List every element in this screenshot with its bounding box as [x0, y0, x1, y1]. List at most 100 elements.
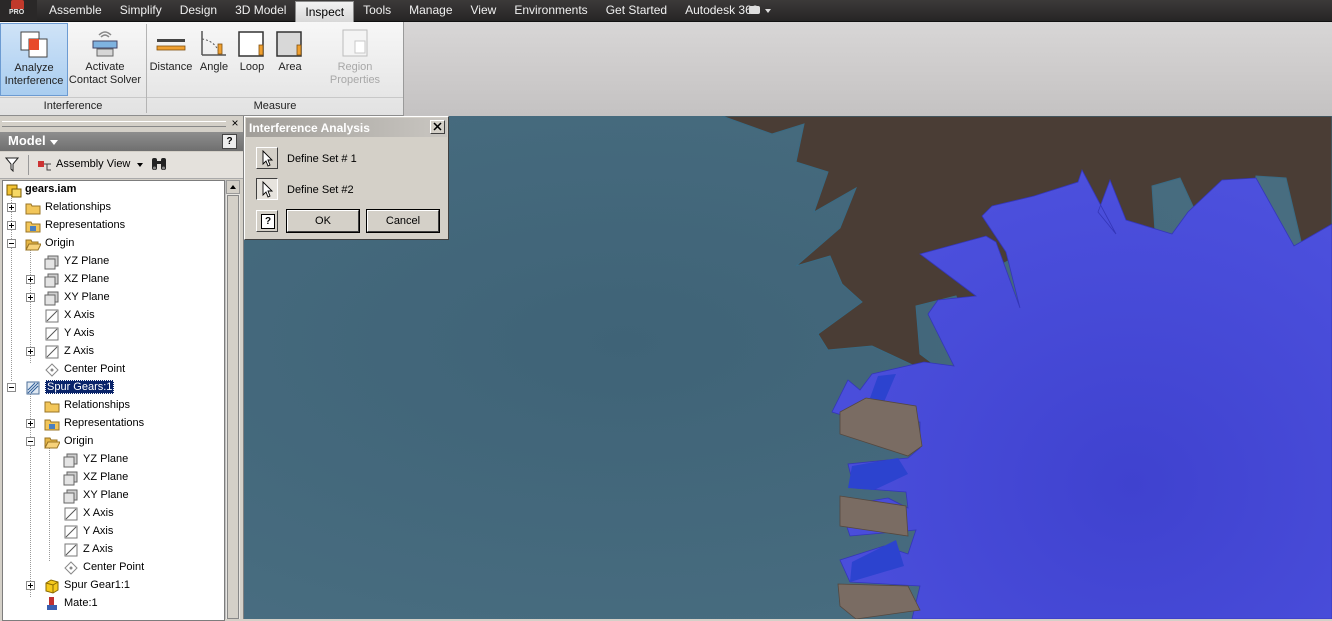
axis-icon	[63, 506, 79, 522]
tab-design[interactable]: Design	[171, 0, 226, 21]
chevron-down-icon[interactable]	[765, 9, 771, 13]
tree-item-label: Z Axis	[83, 543, 113, 555]
region-properties-label: Region Properties	[329, 61, 381, 86]
tree-item[interactable]: Spur Gears:1	[3, 379, 224, 397]
tab-tools[interactable]: Tools	[354, 0, 400, 21]
filter-icon[interactable]	[5, 157, 19, 172]
tree-item[interactable]: Relationships	[3, 397, 224, 415]
assembly-view-dropdown[interactable]: Assembly View	[56, 158, 130, 170]
tab-simplify[interactable]: Simplify	[111, 0, 171, 21]
tab-environments[interactable]: Environments	[505, 0, 596, 21]
axis-icon	[44, 308, 60, 324]
browser-title[interactable]: Model	[8, 133, 46, 148]
region-properties-icon	[339, 27, 371, 59]
tree-item[interactable]: YZ Plane	[3, 451, 224, 469]
expand-icon[interactable]	[7, 203, 16, 212]
tree-item-label: XY Plane	[64, 291, 110, 303]
expand-icon[interactable]	[26, 347, 35, 356]
cancel-button[interactable]: Cancel	[366, 209, 440, 233]
distance-button[interactable]: Distance	[149, 23, 193, 94]
ok-button[interactable]: OK	[286, 209, 360, 233]
binoculars-icon[interactable]	[150, 156, 168, 172]
expand-icon[interactable]	[26, 581, 35, 590]
tree-item[interactable]: XY Plane	[3, 289, 224, 307]
help-icon[interactable]: ?	[222, 134, 237, 149]
expand-icon[interactable]	[7, 221, 16, 230]
angle-button[interactable]: Angle	[195, 23, 233, 94]
representations-icon	[25, 218, 41, 234]
loop-label: Loop	[239, 61, 265, 73]
tree-item[interactable]: Mate:1	[3, 595, 224, 613]
tab-view[interactable]: View	[462, 0, 506, 21]
interference-panel-label: Interference	[0, 97, 146, 114]
contact-solver-icon	[89, 27, 121, 59]
tree-item[interactable]: X Axis	[3, 505, 224, 523]
area-button[interactable]: Area	[271, 23, 309, 94]
measure-panel-label: Measure	[147, 97, 403, 114]
tree-item-label: gears.iam	[25, 183, 77, 195]
tree-item[interactable]: XZ Plane	[3, 271, 224, 289]
collapse-icon[interactable]	[26, 437, 35, 446]
tree-item-label: X Axis	[64, 309, 95, 321]
dialog-title-bar[interactable]: Interference Analysis	[246, 118, 447, 137]
tree-item-label: Y Axis	[83, 525, 114, 537]
contact-solver-label-1: Activate	[85, 61, 125, 73]
dialog-title: Interference Analysis	[249, 121, 370, 135]
chevron-down-icon[interactable]	[137, 163, 143, 167]
ribbon: Analyze Interference Activate Contact So…	[0, 22, 404, 116]
camera-icon[interactable]	[749, 6, 760, 14]
tree-item[interactable]: Y Axis	[3, 325, 224, 343]
tree-item[interactable]: Spur Gear1:1	[3, 577, 224, 595]
collapse-icon[interactable]	[7, 383, 16, 392]
dialog-help-button[interactable]: ?	[256, 210, 278, 232]
tree-item-label: Representations	[45, 219, 126, 231]
tab-get-started[interactable]: Get Started	[597, 0, 676, 21]
gear-component-icon	[25, 380, 41, 396]
scroll-up-arrow-icon[interactable]	[226, 180, 240, 194]
tree-item[interactable]: Representations	[3, 217, 224, 235]
expand-icon[interactable]	[26, 419, 35, 428]
tree-item[interactable]: Z Axis	[3, 541, 224, 559]
close-icon[interactable]: ×	[230, 117, 240, 129]
tab-3d-model[interactable]: 3D Model	[226, 0, 295, 21]
tree-item-label: Representations	[64, 417, 145, 429]
tree-item[interactable]: YZ Plane	[3, 253, 224, 271]
activate-contact-solver-button[interactable]: Activate Contact Solver	[68, 23, 142, 94]
define-set-1-select-button[interactable]	[256, 147, 278, 169]
tree-item[interactable]: Origin	[3, 433, 224, 451]
tree-item[interactable]: Representations	[3, 415, 224, 433]
tree-item[interactable]: Origin	[3, 235, 224, 253]
region-properties-button[interactable]: Region Properties	[311, 23, 399, 94]
analyze-interference-label-1: Analyze	[14, 62, 54, 74]
scroll-thumb[interactable]	[227, 195, 239, 619]
tree-item-label: Center Point	[83, 561, 145, 573]
close-icon	[433, 122, 442, 131]
tree-item[interactable]: Center Point	[3, 361, 224, 379]
expand-icon[interactable]	[26, 293, 35, 302]
tree-item[interactable]: gears.iam	[3, 181, 224, 199]
tree-scrollbar[interactable]	[225, 180, 240, 619]
edition-label: PRO	[9, 9, 25, 16]
analyze-interference-button[interactable]: Analyze Interference	[0, 23, 68, 96]
panel-grip[interactable]	[2, 121, 226, 127]
tree-item[interactable]: Center Point	[3, 559, 224, 577]
tab-assemble[interactable]: Assemble	[40, 0, 111, 21]
tree-item[interactable]: Relationships	[3, 199, 224, 217]
define-set-2-select-button[interactable]	[256, 178, 278, 200]
tab-inspect[interactable]: Inspect	[295, 1, 355, 22]
tree-item-label: X Axis	[83, 507, 114, 519]
dialog-close-button[interactable]	[430, 120, 445, 134]
tree-item[interactable]: XY Plane	[3, 487, 224, 505]
tree-item[interactable]: Y Axis	[3, 523, 224, 541]
tree-item[interactable]: X Axis	[3, 307, 224, 325]
application-menu-button[interactable]: PRO	[0, 0, 37, 21]
tree-item-label: Relationships	[45, 201, 112, 213]
loop-button[interactable]: Loop	[235, 23, 269, 94]
chevron-down-icon[interactable]	[50, 140, 58, 145]
tab-manage[interactable]: Manage	[400, 0, 461, 21]
tree-item[interactable]: XZ Plane	[3, 469, 224, 487]
tree-item-label: Spur Gear1:1	[64, 579, 131, 591]
collapse-icon[interactable]	[7, 239, 16, 248]
expand-icon[interactable]	[26, 275, 35, 284]
tree-item[interactable]: Z Axis	[3, 343, 224, 361]
